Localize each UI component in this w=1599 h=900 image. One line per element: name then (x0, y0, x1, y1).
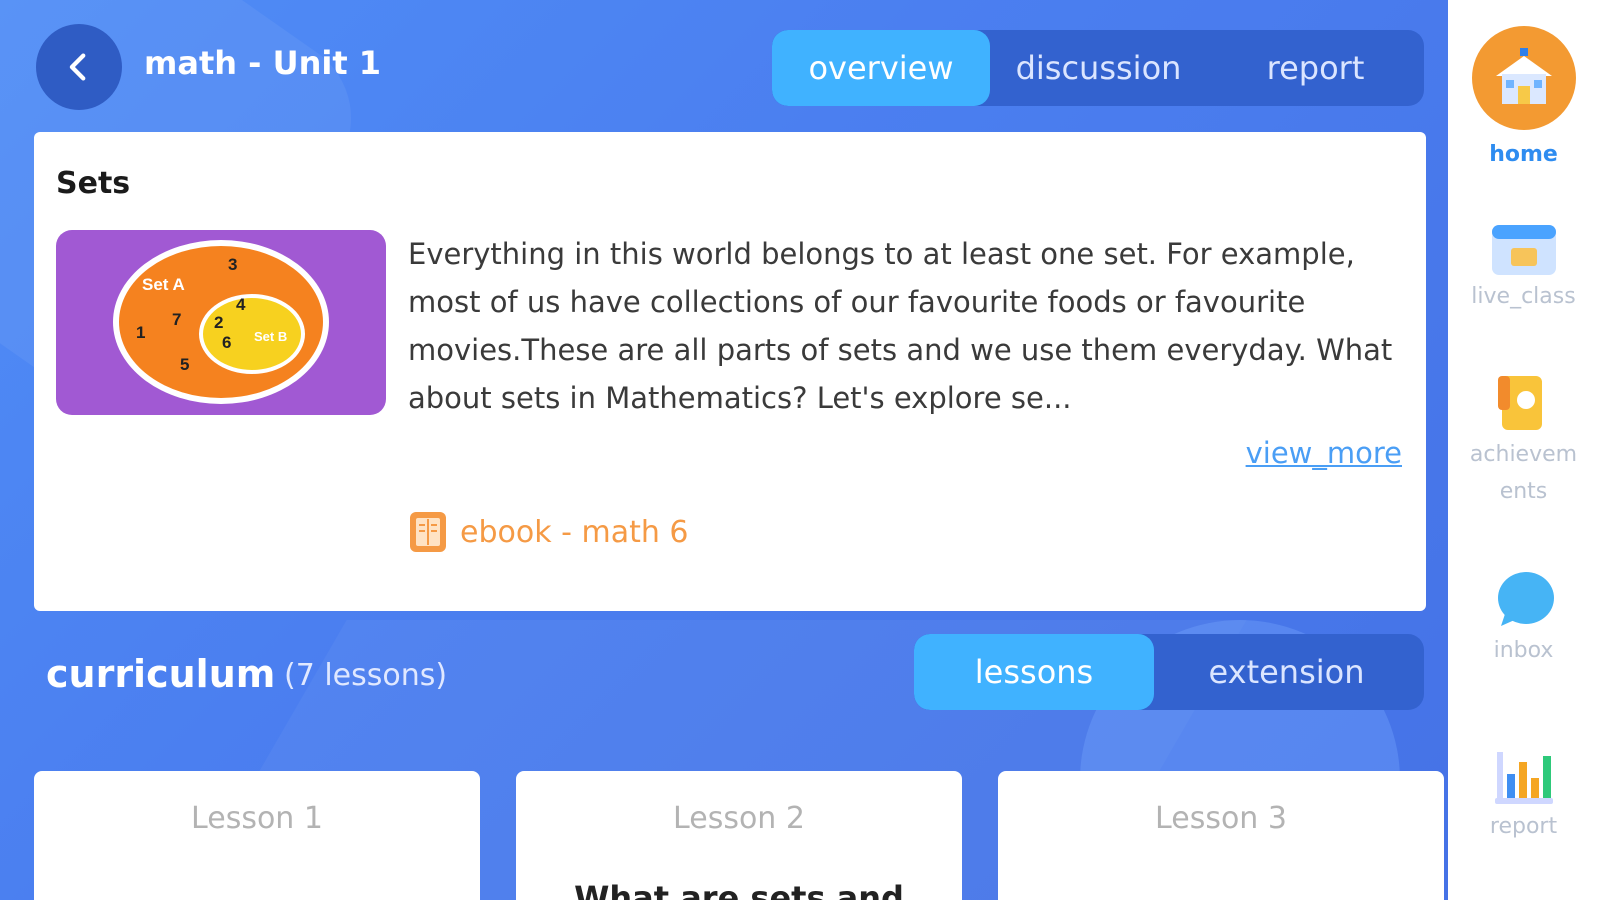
home-icon-circle (1471, 26, 1576, 130)
book-icon (410, 512, 446, 552)
live-class-icon (1491, 225, 1556, 275)
sidebar-item-label: achievements (1469, 442, 1578, 504)
sidebar-item-inbox[interactable]: inbox (1448, 568, 1599, 669)
set-number: 5 (180, 355, 189, 374)
tab-overview[interactable]: overview (772, 30, 990, 106)
sidebar-item-label: report (1489, 814, 1558, 839)
chevron-left-icon (69, 53, 86, 81)
view-more-link[interactable]: view_more (1246, 436, 1402, 470)
tab-report[interactable]: report (1207, 30, 1424, 106)
tab-extension[interactable]: extension (1154, 634, 1419, 710)
sidebar-item-label: home (1489, 142, 1558, 167)
tab-discussion[interactable]: discussion (990, 30, 1207, 106)
bar-chart-icon (1494, 752, 1553, 804)
achievement-badge-icon (1497, 376, 1542, 430)
sidebar-item-label: inbox (1493, 638, 1554, 663)
overview-card: Sets Set A Set B 3 7 1 5 4 2 6 Everythin… (34, 132, 1426, 611)
set-a-label: Set A (142, 275, 185, 294)
sidebar-item-home[interactable]: home (1448, 26, 1599, 173)
right-sidebar: home live_class achievements inbox repor… (1448, 0, 1599, 900)
curriculum-tab-bar: lessons extension (914, 634, 1424, 710)
set-b-label: Set B (254, 329, 287, 344)
page-title: math - Unit 1 (144, 44, 382, 82)
top-tab-bar: overview discussion report (772, 30, 1424, 106)
set-number: 3 (228, 255, 237, 274)
chat-bubble-icon (1497, 572, 1554, 626)
topic-title: Sets (56, 166, 131, 201)
school-house-icon (1495, 48, 1552, 104)
set-number: 1 (136, 323, 145, 342)
lesson-card[interactable]: Lesson 1 (34, 771, 480, 900)
venn-diagram-image: Set A Set B 3 7 1 5 4 2 6 (113, 240, 329, 404)
set-number: 7 (172, 310, 181, 329)
lesson-card[interactable]: Lesson 2 What are sets and (516, 771, 962, 900)
lesson-number: Lesson 3 (1155, 801, 1287, 836)
topic-thumbnail: Set A Set B 3 7 1 5 4 2 6 (56, 230, 386, 415)
back-button[interactable] (36, 24, 122, 110)
lesson-heading: What are sets and (574, 879, 904, 900)
set-number: 2 (214, 313, 223, 332)
sidebar-item-report[interactable]: report (1448, 748, 1599, 845)
ebook-link[interactable]: ebook - math 6 (408, 510, 689, 554)
lesson-number: Lesson 2 (673, 801, 805, 836)
sidebar-item-achievements[interactable]: achievements (1448, 372, 1599, 510)
curriculum-title: curriculum (46, 652, 276, 696)
sidebar-item-label: live_class (1471, 284, 1576, 309)
set-number: 6 (222, 333, 231, 352)
set-number: 4 (236, 295, 246, 314)
main-area: math - Unit 1 overview discussion report… (0, 0, 1448, 900)
tab-lessons[interactable]: lessons (914, 634, 1154, 710)
topic-description: Everything in this world belongs to at l… (408, 237, 1393, 415)
ebook-label: ebook - math 6 (460, 514, 689, 550)
lesson-count: (7 lessons) (284, 658, 448, 693)
lesson-number: Lesson 1 (191, 801, 323, 836)
lesson-card[interactable]: Lesson 3 (998, 771, 1444, 900)
sidebar-item-live-class[interactable]: live_class (1448, 222, 1599, 315)
